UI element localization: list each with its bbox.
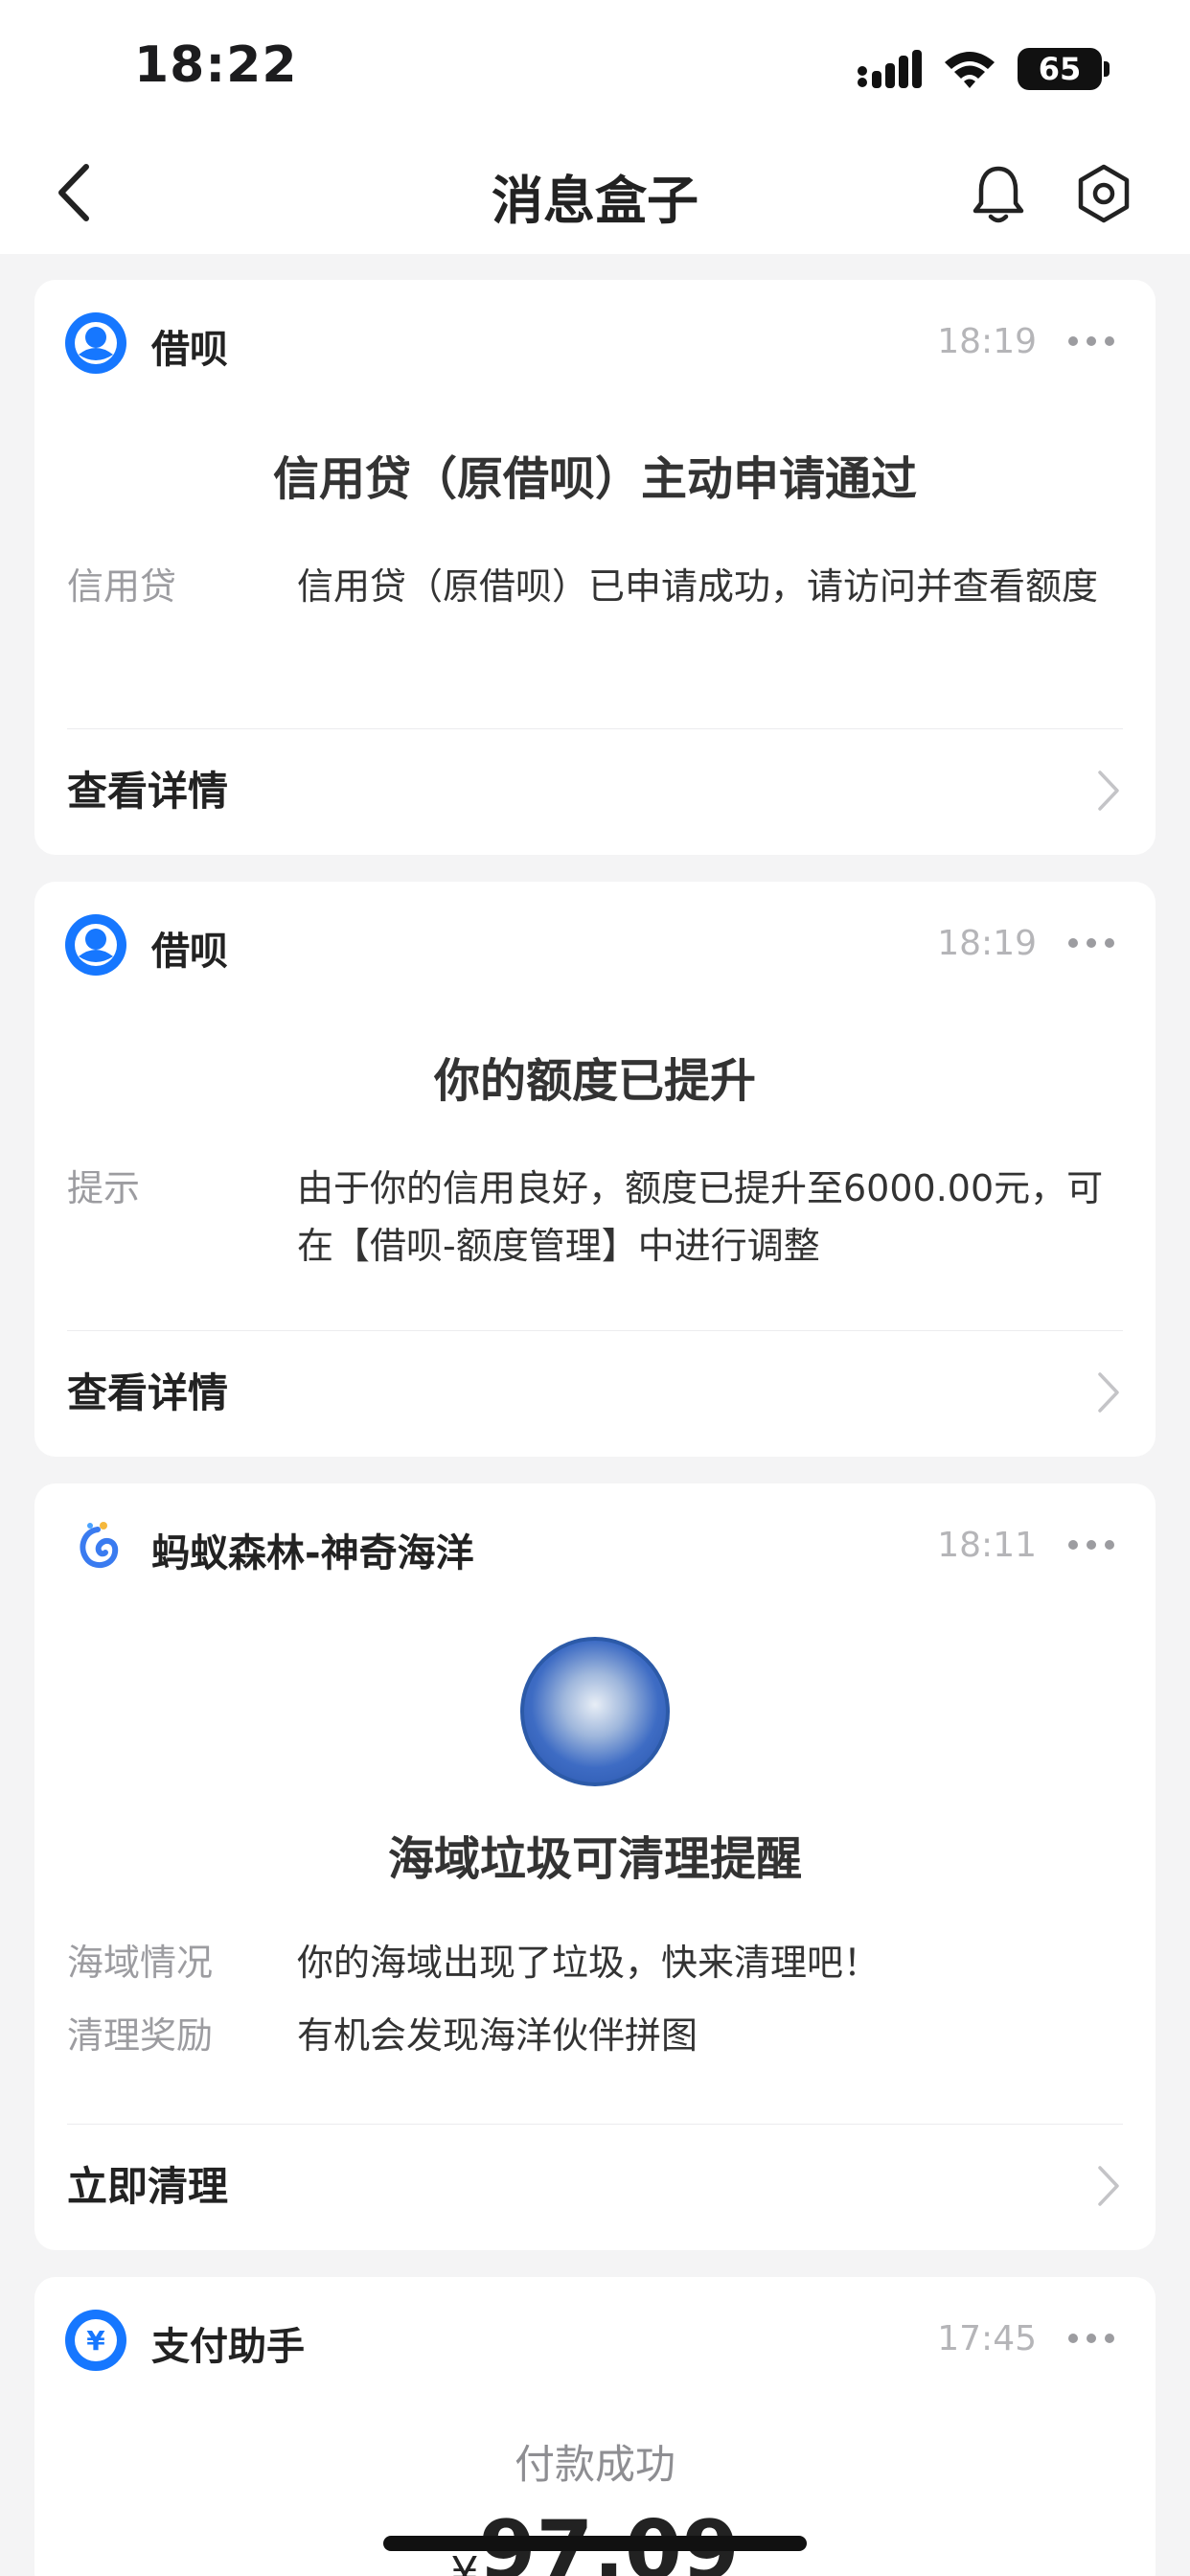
status-icons: 65 [857, 48, 1110, 90]
currency-symbol: ¥ [450, 2547, 479, 2576]
settings-gear-icon[interactable] [1071, 161, 1136, 226]
app-name: 借呗 [151, 328, 228, 372]
message-card: 借呗 18:19 信用贷（原借呗）主动申请通过 信用贷 信用贷（原借呗）已申请成… [34, 280, 1156, 855]
row-value: 由于你的信用良好，额度已提升至6000.00元，可在【借呗-额度管理】中进行调整 [297, 1167, 1104, 1267]
more-options-icon[interactable] [1065, 330, 1117, 353]
ant-forest-app-icon [80, 1522, 119, 1569]
row-label: 信用贷 [67, 565, 177, 608]
detail-row: 海域情况 你的海域出现了垃圾，快来清理吧！ [67, 1934, 1123, 1991]
card-header: 蚂蚁森林-神奇海洋 18:11 [34, 1512, 1156, 1579]
status-time: 18:22 [134, 36, 298, 94]
action-label: 查看详情 [67, 768, 229, 815]
detail-row: 信用贷 信用贷（原借呗）已申请成功，请访问并查看额度 [67, 558, 1123, 682]
view-details-link[interactable]: 查看详情 [67, 1332, 1123, 1447]
jiebei-app-icon [65, 914, 126, 976]
action-label: 查看详情 [67, 1369, 229, 1416]
message-box-screen: 18:22 65 消息盒子 借呗 18:19 信用贷（原借呗）主动申请通过 信用… [0, 0, 1190, 2576]
card-header: ¥ 支付助手 17:45 [34, 2306, 1156, 2373]
header: 18:22 65 消息盒子 [0, 0, 1190, 254]
message-card: ¥ 支付助手 17:45 付款成功 ¥97.09 [34, 2277, 1156, 2576]
divider [67, 728, 1123, 729]
row-label: 提示 [67, 1167, 141, 1209]
card-header: 借呗 18:19 [34, 910, 1156, 978]
payment-status: 付款成功 [514, 2441, 675, 2488]
jiebei-app-icon [65, 312, 126, 374]
row-value: 信用贷（原借呗）已申请成功，请访问并查看额度 [297, 565, 1099, 608]
row-label: 清理奖励 [67, 2014, 214, 2057]
more-options-icon[interactable] [1065, 932, 1117, 954]
divider [67, 1330, 1123, 1331]
chevron-right-icon [1098, 770, 1119, 811]
detail-row: 清理奖励 有机会发现海洋伙伴拼图 [67, 2007, 1123, 2064]
card-header: 借呗 18:19 [34, 309, 1156, 376]
signal-icon [858, 50, 922, 88]
bell-icon[interactable] [966, 161, 1031, 226]
card-title: 海域垃圾可清理提醒 [387, 1832, 802, 1886]
view-details-link[interactable]: 查看详情 [67, 730, 1123, 845]
message-time: 18:19 [937, 322, 1037, 361]
more-options-icon[interactable] [1065, 2327, 1117, 2350]
message-card: 借呗 18:19 你的额度已提升 提示 由于你的信用良好，额度已提升至6000.… [34, 882, 1156, 1457]
payment-assistant-icon: ¥ [65, 2310, 126, 2371]
battery-indicator: 65 [1018, 48, 1110, 90]
card-title: 你的额度已提升 [433, 1054, 756, 1108]
wifi-icon [945, 52, 995, 88]
svg-text:¥: ¥ [86, 2325, 105, 2357]
app-name: 蚂蚁森林-神奇海洋 [151, 1531, 474, 1576]
message-time: 18:11 [937, 1526, 1037, 1565]
message-time: 17:45 [937, 2319, 1037, 2358]
action-label: 立即清理 [67, 2163, 229, 2210]
app-name: 借呗 [151, 930, 228, 974]
more-options-icon[interactable] [1065, 1533, 1117, 1556]
app-name: 支付助手 [151, 2325, 305, 2369]
detail-row: 提示 由于你的信用良好，额度已提升至6000.00元，可在【借呗-额度管理】中进… [67, 1160, 1123, 1284]
row-value: 有机会发现海洋伙伴拼图 [297, 2014, 698, 2057]
divider [67, 2124, 1123, 2125]
card-title: 信用贷（原借呗）主动申请通过 [272, 452, 917, 506]
row-label: 海域情况 [67, 1942, 214, 1984]
chevron-right-icon [1098, 1372, 1119, 1413]
clean-now-link[interactable]: 立即清理 [67, 2126, 1123, 2241]
chevron-right-icon [1098, 2166, 1119, 2206]
message-time: 18:19 [937, 924, 1037, 963]
ocean-trash-image [520, 1637, 670, 1786]
message-card: 蚂蚁森林-神奇海洋 18:11 海域垃圾可清理提醒 海域情况 你的海域出现了垃圾… [34, 1484, 1156, 2250]
home-indicator[interactable] [383, 2536, 807, 2551]
row-value: 你的海域出现了垃圾，快来清理吧！ [297, 1942, 881, 1984]
